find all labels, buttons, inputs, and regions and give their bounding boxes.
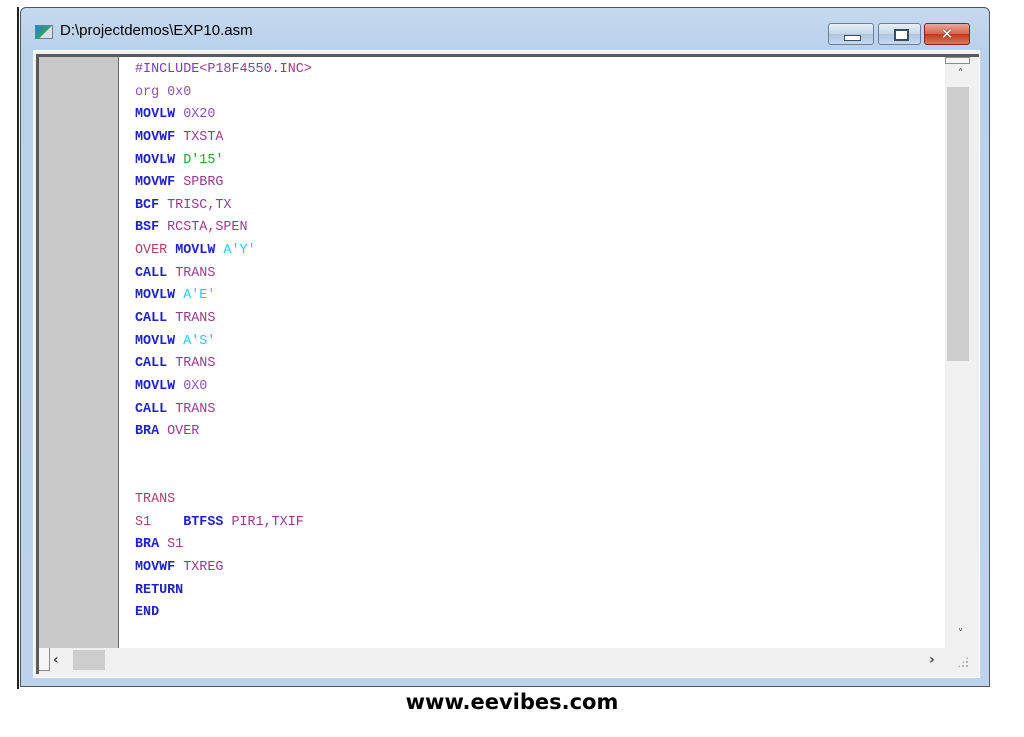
- scroll-down-icon[interactable]: ˅: [945, 627, 976, 645]
- code-token: TRANS: [167, 356, 216, 372]
- code-line[interactable]: CALL TRANS: [135, 263, 312, 286]
- code-token: TXSTA: [175, 129, 224, 145]
- code-line[interactable]: BSF RCSTA,SPEN: [135, 217, 312, 240]
- client-area: #INCLUDE<P18F4550.INC> org 0x0 MOVLW 0X20 M…: [33, 50, 980, 678]
- code-token: A'S': [175, 333, 216, 349]
- code-line[interactable]: [135, 467, 312, 490]
- code-token: TXREG: [175, 560, 224, 576]
- code-token: MOVWF: [135, 175, 176, 191]
- code-token: RETURN: [135, 582, 184, 598]
- code-token: 0X20: [175, 107, 216, 123]
- code-line[interactable]: OVER MOVLW A'Y': [135, 240, 312, 263]
- code-line[interactable]: CALL TRANS: [135, 308, 312, 331]
- code-token: RCSTA,SPEN: [159, 220, 248, 236]
- code-token: D'15': [175, 152, 224, 168]
- code-token: A'Y': [215, 243, 256, 259]
- minimize-button[interactable]: [828, 23, 874, 45]
- code-line[interactable]: MOVWF TXSTA: [135, 127, 312, 150]
- code-line[interactable]: MOVWF SPBRG: [135, 172, 312, 195]
- code-token: TRANS: [135, 492, 176, 508]
- horizontal-scroll-thumb[interactable]: [73, 650, 105, 670]
- maximize-button[interactable]: [878, 23, 921, 45]
- code-token: TRANS: [167, 265, 216, 281]
- code-token: MOVLW: [175, 243, 216, 259]
- line-gutter[interactable]: [39, 57, 119, 648]
- code-token: CALL: [135, 311, 168, 327]
- code-line[interactable]: END: [135, 602, 312, 625]
- code-line[interactable]: #INCLUDE<P18F4550.INC>: [135, 59, 312, 82]
- code-token: SPBRG: [175, 175, 224, 191]
- code-token: S1: [159, 537, 184, 553]
- code-token: #INCLUDE: [135, 62, 200, 77]
- close-icon: ✕: [940, 25, 954, 43]
- code-line[interactable]: CALL TRANS: [135, 399, 312, 422]
- vertical-scroll-thumb[interactable]: [947, 87, 969, 361]
- code-token: MOVLW: [135, 107, 176, 123]
- watermark-text: www.eevibes.com: [405, 690, 619, 714]
- scroll-left-icon[interactable]: ‹: [53, 652, 59, 668]
- resize-grip-icon[interactable]: [957, 656, 969, 668]
- code-line[interactable]: MOVWF TXREG: [135, 557, 312, 580]
- code-line[interactable]: MOVLW 0X0: [135, 376, 312, 399]
- horizontal-splitter-handle[interactable]: [39, 648, 50, 671]
- code-token: BTFSS: [183, 514, 224, 530]
- code-token: MOVLW: [135, 288, 176, 304]
- code-token: END: [135, 605, 160, 621]
- code-token: TRANS: [167, 401, 216, 417]
- asm-file-icon: [35, 25, 53, 39]
- code-token: CALL: [135, 356, 168, 372]
- code-editor[interactable]: #INCLUDE<P18F4550.INC> org 0x0 MOVLW 0X20 M…: [119, 57, 945, 648]
- code-line[interactable]: MOVLW A'E': [135, 285, 312, 308]
- code-line[interactable]: [135, 444, 312, 467]
- code-token: MOVWF: [135, 129, 176, 145]
- code-line[interactable]: S1 BTFSS PIR1,TXIF: [135, 512, 312, 535]
- title-bar[interactable]: D:\projectdemos\EXP10.asm ✕: [21, 8, 989, 50]
- code-line[interactable]: BCF TRISC,TX: [135, 195, 312, 218]
- close-button[interactable]: ✕: [924, 23, 970, 45]
- code-token: MOVLW: [135, 333, 176, 349]
- code-token: <P18F4550.INC>: [199, 62, 312, 77]
- source-code[interactable]: #INCLUDE<P18F4550.INC> org 0x0 MOVLW 0X20 M…: [135, 59, 312, 625]
- code-line[interactable]: org 0x0: [135, 82, 312, 105]
- code-line[interactable]: BRA S1: [135, 534, 312, 557]
- code-line[interactable]: MOVLW A'S': [135, 331, 312, 354]
- scroll-right-icon[interactable]: ›: [929, 652, 935, 668]
- window-edge: [17, 7, 19, 689]
- code-token: OVER: [159, 424, 200, 440]
- editor-window: D:\projectdemos\EXP10.asm ✕ #INCLUDE<P18…: [20, 7, 990, 687]
- code-token: 0X0: [175, 378, 208, 394]
- code-token: BSF: [135, 220, 160, 236]
- code-token: BRA: [135, 424, 160, 440]
- code-token: S1: [135, 514, 184, 530]
- code-token: MOVWF: [135, 560, 176, 576]
- code-token: PIR1,TXIF: [223, 514, 304, 530]
- code-line[interactable]: TRANS: [135, 489, 312, 512]
- code-token: org 0x0: [135, 84, 192, 100]
- code-token: OVER: [135, 243, 176, 259]
- code-line[interactable]: CALL TRANS: [135, 353, 312, 376]
- minimize-icon: [844, 35, 861, 41]
- code-token: MOVLW: [135, 152, 176, 168]
- code-token: A'E': [175, 288, 216, 304]
- code-line[interactable]: MOVLW D'15': [135, 150, 312, 173]
- code-token: BRA: [135, 537, 160, 553]
- code-line[interactable]: RETURN: [135, 580, 312, 603]
- code-token: CALL: [135, 265, 168, 281]
- editor-frame: #INCLUDE<P18F4550.INC> org 0x0 MOVLW 0X20 M…: [36, 54, 979, 674]
- maximize-icon: [894, 29, 909, 41]
- code-token: BCF: [135, 197, 160, 213]
- window-title: D:\projectdemos\EXP10.asm: [60, 22, 253, 39]
- code-line[interactable]: MOVLW 0X20: [135, 104, 312, 127]
- code-line[interactable]: BRA OVER: [135, 421, 312, 444]
- vertical-scrollbar[interactable]: ˄ ˅: [945, 57, 976, 648]
- horizontal-scrollbar[interactable]: ‹ ›: [39, 648, 976, 674]
- splitter-handle[interactable]: [945, 57, 970, 64]
- code-token: MOVLW: [135, 378, 176, 394]
- code-token: CALL: [135, 401, 168, 417]
- code-token: TRISC,TX: [159, 197, 232, 213]
- scroll-up-icon[interactable]: ˄: [945, 67, 976, 85]
- code-token: TRANS: [167, 311, 216, 327]
